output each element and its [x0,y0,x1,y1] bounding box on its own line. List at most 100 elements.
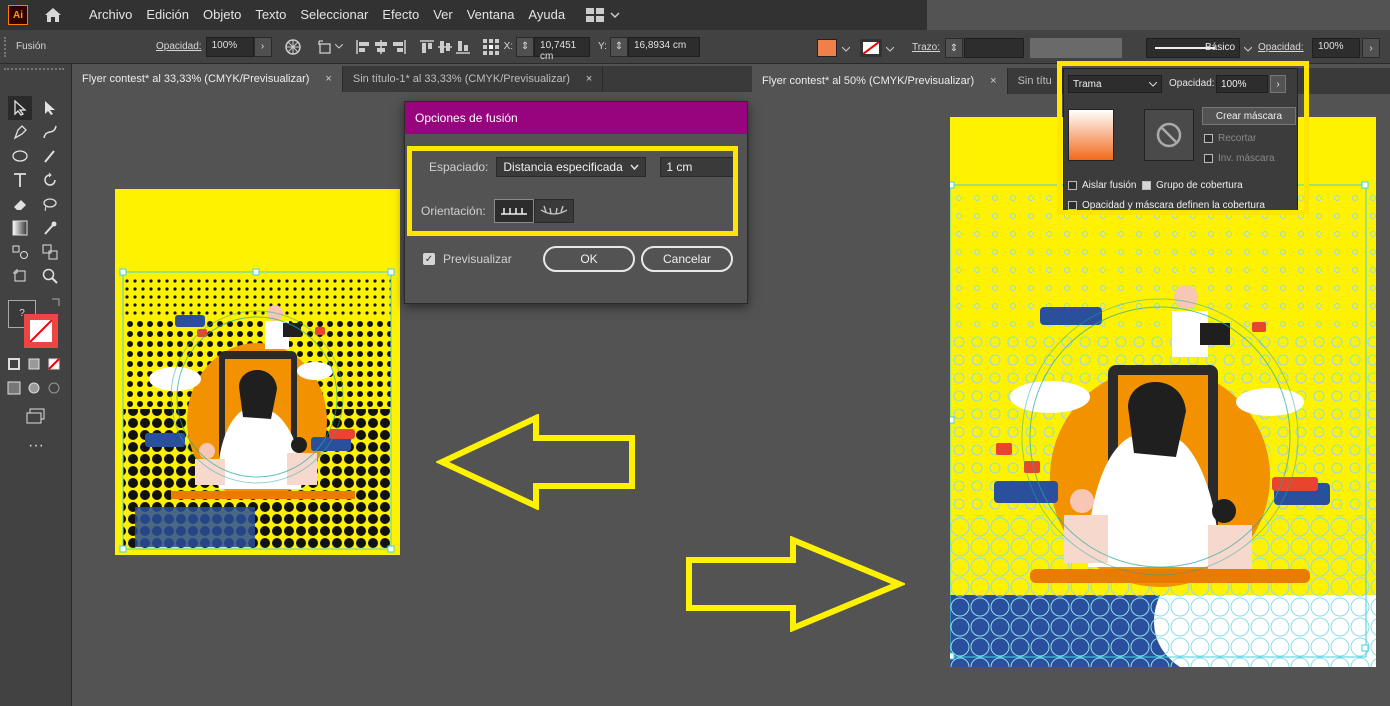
highlight-box-panel [1057,61,1309,215]
eyedropper-tool-icon[interactable] [38,216,62,240]
eraser-tool-icon[interactable] [8,192,32,216]
brush-tool-icon[interactable] [38,144,62,168]
draw-normal-icon[interactable] [6,380,22,396]
blended-illustration-left [119,268,395,553]
chevron-down-icon[interactable] [1243,43,1253,55]
control-bar: Fusión Opacidad: 100% › X: ⇕ 10,7451 cm … [0,30,760,64]
y-label: Y: [598,41,607,52]
align-left-icon[interactable] [354,38,372,56]
none-mode-icon[interactable] [46,356,62,372]
main-menu: Archivo Edición Objeto Texto Seleccionar… [82,0,572,30]
document-tabs-left: Flyer contest* al 33,33% (CMYK/Previsual… [72,66,752,92]
stroke-none-swatch[interactable] [860,39,882,57]
brush-definition[interactable]: Básico [1146,38,1240,58]
draw-behind-icon[interactable] [26,380,42,396]
stroke-weight-input[interactable] [964,38,1024,58]
tab-flyer-contest[interactable]: Flyer contest* al 33,33% (CMYK/Previsual… [72,66,343,92]
x-stepper[interactable]: ⇕ [516,36,535,57]
variable-width-profile[interactable] [1030,38,1122,58]
align-right-icon[interactable] [390,38,408,56]
tab-sin-titulo-right[interactable]: Sin títu [1008,68,1063,94]
menu-seleccionar[interactable]: Seleccionar [293,0,375,30]
tab-label: Sin títu [1017,75,1052,87]
zoom-tool-icon[interactable] [38,264,62,288]
opacity-label-right: Opacidad: [1258,42,1304,53]
direct-selection-tool-icon[interactable] [38,96,62,120]
brush-style-label: Básico [1204,42,1235,53]
artboard-left[interactable] [115,189,400,555]
lasso-tool-icon[interactable] [38,192,62,216]
blend-tool-icon[interactable] [8,240,32,264]
chevron-down-icon[interactable] [885,43,895,55]
ok-button[interactable]: OK [543,246,635,272]
chevron-down-icon [610,12,620,18]
pen-tool-icon[interactable] [8,120,32,144]
selection-type-label: Fusión [16,41,47,52]
home-icon[interactable] [42,6,64,24]
type-tool-icon[interactable] [8,168,32,192]
panel-grip[interactable] [4,36,10,57]
stroke-stepper[interactable]: ⇕ [945,38,963,58]
menu-archivo[interactable]: Archivo [82,0,139,30]
close-icon[interactable]: × [325,66,331,92]
preview-checkbox[interactable]: ✓ [423,253,435,265]
align-vcenter-icon[interactable] [436,38,454,56]
illustrator-logo: Ai [8,5,28,25]
align-hcenter-icon[interactable] [372,38,390,56]
menu-ayuda[interactable]: Ayuda [521,0,572,30]
arrow-right-icon [686,536,905,632]
reference-point-icon[interactable] [482,38,500,56]
menu-efecto[interactable]: Efecto [375,0,426,30]
chevron-down-icon[interactable] [841,43,851,55]
x-input[interactable]: 10,7451 cm [534,36,591,62]
menu-texto[interactable]: Texto [248,0,293,30]
workspace-grid-icon [586,8,605,22]
recolor-icon[interactable] [284,38,302,56]
shape-builder-tool-icon[interactable] [38,240,62,264]
ellipse-tool-icon[interactable] [8,144,32,168]
fill-color-swatch[interactable] [817,39,837,57]
menu-edicion[interactable]: Edición [139,0,196,30]
tab-label: Flyer contest* al 50% (CMYK/Previsualiza… [762,75,975,87]
curvature-tool-icon[interactable] [38,120,62,144]
arrow-left-icon [436,414,635,510]
rotate-tool-icon[interactable] [38,168,62,192]
close-icon[interactable]: × [586,66,592,92]
screen-mode-icon[interactable] [24,404,48,428]
artboard-tool-icon[interactable] [8,264,32,288]
opacity-expand-button[interactable]: › [1362,38,1380,58]
gradient-tool-icon[interactable] [8,216,32,240]
opacity-expand-button[interactable]: › [253,36,272,57]
tab-flyer-contest-50[interactable]: Flyer contest* al 50% (CMYK/Previsualiza… [752,68,1008,94]
cancel-button[interactable]: Cancelar [641,246,733,272]
y-stepper[interactable]: ⇕ [609,36,628,57]
close-icon[interactable]: × [990,68,996,94]
color-mode-icon[interactable] [6,356,22,372]
preview-row[interactable]: ✓ Previsualizar [423,252,512,266]
workspace-switcher[interactable] [586,8,620,22]
swap-icon[interactable] [50,296,62,311]
menu-ventana[interactable]: Ventana [460,0,522,30]
y-input[interactable]: 16,8934 cm [627,36,700,57]
tab-sin-titulo[interactable]: Sin título-1* al 33,33% (CMYK/Previsuali… [343,66,604,92]
transform-icon[interactable] [316,38,334,56]
fill-stroke-swatch[interactable]: ? [6,296,64,348]
panel-grip[interactable] [4,68,64,72]
align-bottom-icon[interactable] [454,38,472,56]
opacity-input-right[interactable]: 100% [1312,38,1360,58]
x-label: X: [503,41,514,52]
more-tools-icon[interactable]: ··· [24,434,48,458]
menu-ver[interactable]: Ver [426,0,460,30]
opacity-input[interactable]: 100% [205,36,254,57]
draw-inside-icon[interactable] [46,380,62,396]
chevron-down-icon[interactable] [334,38,344,56]
menu-objeto[interactable]: Objeto [196,0,248,30]
align-top-icon[interactable] [418,38,436,56]
selection-tool-icon[interactable] [8,96,32,120]
stroke-swatch[interactable] [24,314,58,348]
preview-label: Previsualizar [443,252,512,266]
dialog-title: Opciones de fusión [405,102,747,134]
gradient-mode-icon[interactable] [26,356,42,372]
control-bar-right: Trazo: ⇕ Básico Opacidad: 100% › [760,30,1390,64]
stroke-label: Trazo: [912,42,940,53]
